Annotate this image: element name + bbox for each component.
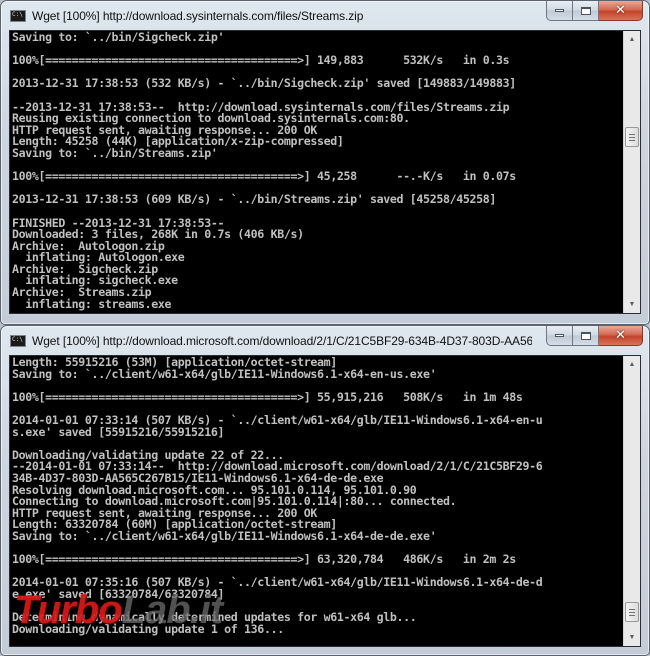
- caption-buttons: ✕: [546, 326, 643, 346]
- console-icon: [10, 334, 26, 347]
- console-line: 2013-12-31 17:38:53 (532 KB/s) - `../bin…: [12, 76, 516, 91]
- title-bar[interactable]: Wget [100%] http://download.sysinternals…: [1, 1, 649, 30]
- close-icon: ✕: [615, 3, 626, 18]
- minimize-icon: [555, 334, 564, 337]
- scroll-down-arrow-icon[interactable]: ▼: [624, 629, 640, 646]
- vertical-scrollbar[interactable]: ▲ ▼: [623, 31, 640, 313]
- console-line: Saving to: `../bin/Streams.zip': [12, 145, 218, 160]
- scroll-up-arrow-icon[interactable]: ▲: [624, 356, 640, 373]
- console-line: inflating: streams.exe: [12, 296, 172, 311]
- console-output[interactable]: Saving to: `../bin/Sigcheck.zip' 100%[==…: [9, 30, 641, 314]
- console-line: Downloading/validating update 1 of 136..…: [12, 621, 284, 636]
- title-bar[interactable]: Wget [100%] http://download.microsoft.co…: [1, 326, 649, 355]
- console-line: Saving to: `../client/w61-x64/glb/IE11-W…: [12, 366, 437, 381]
- console-line: 100%[===================================…: [12, 552, 516, 567]
- console-line: 100%[===================================…: [12, 53, 510, 68]
- console-window-ie11[interactable]: Wget [100%] http://download.microsoft.co…: [0, 325, 650, 656]
- vertical-scrollbar[interactable]: ▲ ▼: [623, 356, 640, 646]
- minimize-button[interactable]: [546, 326, 573, 346]
- close-icon: ✕: [615, 328, 626, 343]
- maximize-icon: [580, 6, 591, 15]
- maximize-button[interactable]: [573, 326, 599, 346]
- minimize-icon: [555, 9, 564, 12]
- console-text: Saving to: `../bin/Sigcheck.zip' 100%[==…: [10, 31, 623, 313]
- minimize-button[interactable]: [546, 1, 573, 21]
- window-title: Wget [100%] http://download.sysinternals…: [32, 8, 364, 23]
- console-line: Saving to: `../client/w61-x64/glb/IE11-W…: [12, 528, 437, 543]
- close-button[interactable]: ✕: [599, 1, 643, 21]
- console-line: 2013-12-31 17:38:53 (609 KB/s) - `../bin…: [12, 192, 496, 207]
- console-line: s.exe' saved [55915216/55915216]: [12, 424, 225, 439]
- maximize-icon: [580, 331, 591, 340]
- console-icon: [10, 9, 26, 22]
- console-window-streams[interactable]: Wget [100%] http://download.sysinternals…: [0, 0, 650, 325]
- scroll-down-arrow-icon[interactable]: ▼: [624, 296, 640, 313]
- console-line: Saving to: `../bin/Sigcheck.zip': [12, 30, 225, 44]
- scrollbar-thumb[interactable]: [625, 602, 639, 622]
- scroll-up-arrow-icon[interactable]: ▲: [624, 31, 640, 48]
- scrollbar-thumb[interactable]: [625, 127, 639, 147]
- console-line: e.exe' saved [63320784/63320784]: [12, 586, 225, 601]
- caption-buttons: ✕: [546, 1, 643, 21]
- close-button[interactable]: ✕: [599, 326, 643, 346]
- console-line: 100%[===================================…: [12, 389, 523, 404]
- maximize-button[interactable]: [573, 1, 599, 21]
- console-output[interactable]: Length: 55915216 (53M) [application/octe…: [9, 355, 641, 647]
- console-text: Length: 55915216 (53M) [application/octe…: [10, 356, 623, 646]
- window-title: Wget [100%] http://download.microsoft.co…: [32, 333, 532, 348]
- console-line: 100%[===================================…: [12, 169, 516, 184]
